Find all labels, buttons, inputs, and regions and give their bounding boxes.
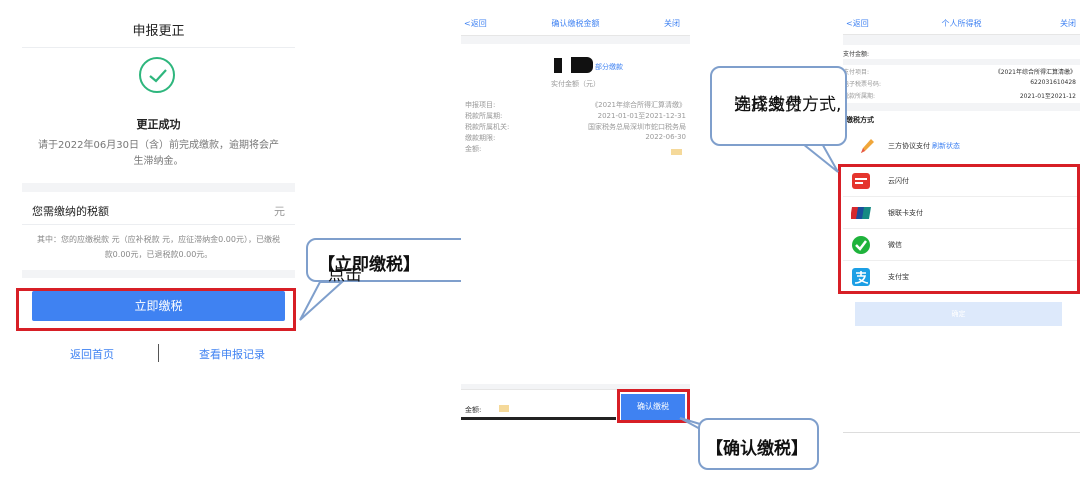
row-value: 国家税务总局深圳市蛇口税务局 (588, 123, 686, 131)
redacted-block (554, 58, 562, 73)
redacted-amount (671, 149, 682, 155)
link-divider (158, 344, 159, 362)
partial-pay-link[interactable]: 部分缴款 (595, 62, 623, 72)
tax-amount-section: 您需缴纳的税额 元 其中：您的应缴税款 元（应补税款 元，应征滞纳金0.00元）… (22, 192, 295, 270)
payment-info: 支付项目: 《2021年综合所得汇算清缴》 电子税票号码: 622031610428… (843, 67, 1076, 103)
amount-label: 实付金额（元） (551, 80, 600, 88)
redacted-block (571, 57, 593, 73)
detail-row: 缴款期限: 2022-06-30 (465, 133, 686, 144)
callout-click-pay-now: 点击 【立即缴税】 (306, 238, 479, 285)
close-button[interactable]: 关闭 (664, 18, 680, 29)
tax-amount-label: 您需缴纳的税额 (32, 205, 109, 218)
detail-row: 金额: (465, 144, 686, 155)
header: 申报更正 (22, 0, 295, 48)
close-button[interactable]: 关闭 (1060, 18, 1076, 29)
tax-correction-screen: 申报更正 更正成功 请于2022年06月30日（含）前完成缴款，逾期将会产生滞纳… (22, 0, 295, 455)
detail-row: 申报项目: 《2021年综合所得汇算清缴》 (465, 100, 686, 111)
success-check-icon (139, 57, 175, 93)
success-section: 更正成功 请于2022年06月30日（含）前完成缴款，逾期将会产生滞纳金。 (22, 48, 295, 183)
callout-text: 【确认缴税】 (706, 434, 808, 459)
callout-line2: 完成支付 (734, 95, 802, 115)
refresh-status-link[interactable]: 刷新状态 (932, 141, 960, 151)
detail-row: 税款所属期: 2021-01-01至2021-12-31 (465, 111, 686, 122)
pencil-icon (861, 139, 874, 153)
callout-prefix: 点击 (328, 265, 362, 285)
page-title: 申报更正 (132, 24, 185, 39)
row-key: 税款所属期: (843, 93, 876, 100)
row-key: 申报项目: (465, 101, 496, 109)
bottom-links: 返回首页 查看申报记录 (22, 344, 295, 364)
highlight-box-pay-now (16, 288, 296, 331)
info-row: 电子税票号码: 622031610428 (843, 79, 1076, 91)
row-value: 2022-06-30 (645, 133, 686, 141)
detail-rows: 申报项目: 《2021年综合所得汇算清缴》 税款所属期: 2021-01-01至20… (465, 100, 686, 155)
return-home-link[interactable]: 返回首页 (70, 346, 114, 362)
tax-detail-text: 其中：您的应缴税款 元（应补税款 元，应征滞纳金0.00元），已缴税款0.00元… (37, 235, 280, 259)
confirm-button[interactable]: 确定 (855, 302, 1062, 326)
detail-row: 税款所属机关: 国家税务总局深圳市蛇口税务局 (465, 122, 686, 133)
page-title: 确认缴税金额 (551, 19, 600, 28)
page-title: 个人所得税 (941, 19, 982, 28)
home-indicator-bar (461, 417, 616, 420)
row-value: 2021-01-01至2021-12-31 (597, 112, 686, 120)
header: <返回 确认缴税金额 关闭 (461, 12, 690, 36)
callout-emphasis: 【确认缴税】 (706, 439, 808, 459)
callout-confirm-pay: 【确认缴税】 (698, 418, 819, 470)
callout-text: 点击 【立即缴税】 (318, 250, 420, 285)
confirm-amount-screen: <返回 确认缴税金额 关闭 部分缴款 实付金额（元） 申报项目: 《2021年综合… (461, 12, 690, 423)
success-title: 更正成功 (136, 118, 181, 131)
spacer (843, 103, 1080, 111)
row-key: 电子税票号码: (843, 81, 882, 88)
three-party-payment-option[interactable]: 三方协议支付 刷新状态 (843, 130, 1080, 162)
amount-detail: 部分缴款 实付金额（元） 申报项目: 《2021年综合所得汇算清缴》 税款所属期:… (461, 44, 690, 384)
spacer (843, 59, 1080, 65)
row-value: 2021-01至2021-12 (1019, 93, 1076, 100)
tax-amount-unit: 元 (274, 205, 285, 218)
view-records-link[interactable]: 查看申报记录 (199, 346, 265, 362)
row-key: 金额: (465, 145, 482, 153)
callout-select-payment-method: 选择缴费方式, 完成支付 (710, 66, 847, 146)
highlight-box-payment-methods (838, 164, 1080, 294)
success-description: 请于2022年06月30日（含）前完成缴款，逾期将会产生滞纳金。 (38, 140, 279, 167)
info-row: 支付项目: 《2021年综合所得汇算清缴》 (843, 67, 1076, 79)
redacted-amount (499, 405, 509, 412)
three-party-label: 三方协议支付 (888, 142, 930, 150)
row-key: 缴款期限: (465, 134, 496, 142)
payment-method-title: 缴税方式 (846, 116, 874, 124)
footer-amount-label: 金额: (465, 406, 482, 414)
spacer (843, 35, 1080, 45)
info-row: 税款所属期: 2021-01至2021-12 (843, 91, 1076, 103)
divider (22, 224, 295, 225)
row-key: 税款所属期: (465, 112, 503, 120)
row-value: 《2021年综合所得汇算清缴》 (591, 101, 686, 109)
row-value: 《2021年综合所得汇算清缴》 (994, 69, 1076, 76)
row-key: 税款所属机关: (465, 123, 510, 131)
pay-amount-label: 支付金额: (843, 51, 870, 58)
row-value: 622031610428 (1030, 79, 1076, 86)
